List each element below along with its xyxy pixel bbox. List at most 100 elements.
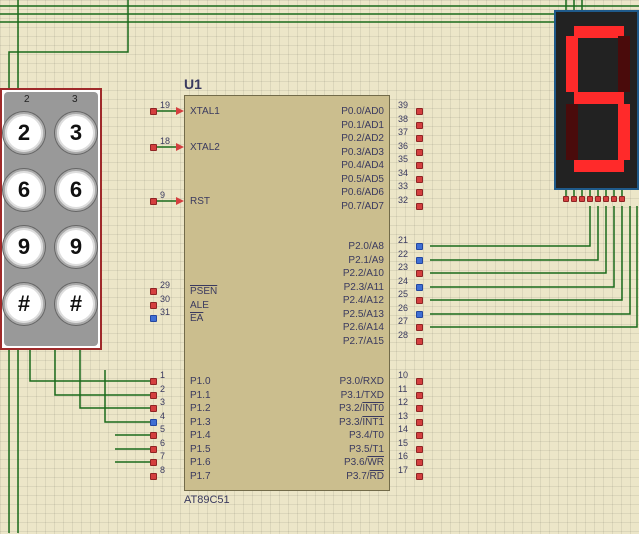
seg-f [566, 36, 578, 92]
pin-num-25: 25 [398, 289, 408, 299]
pin-num-21: 21 [398, 235, 408, 245]
seg-g [574, 92, 624, 104]
seven-seg-pin-4[interactable] [587, 196, 593, 202]
pin-num-29: 29 [160, 280, 170, 290]
pin-pad-23[interactable] [416, 270, 423, 277]
pin-label-P3-3-INT1: P3.3/INT1 [339, 417, 384, 428]
pin-num-16: 16 [398, 451, 408, 461]
pin-pad-34[interactable] [416, 176, 423, 183]
pin-num-17: 17 [398, 465, 408, 475]
pin-pad-13[interactable] [416, 419, 423, 426]
pin-pad-31[interactable] [150, 315, 157, 322]
pin-pad-18[interactable] [150, 144, 157, 151]
pin-pad-16[interactable] [416, 459, 423, 466]
pin-pad-22[interactable] [416, 257, 423, 264]
pin-label-P1-2: P1.2 [190, 403, 211, 414]
chip-ref: U1 [184, 76, 202, 92]
pin-label-P2-4-A12: P2.4/A12 [343, 295, 384, 306]
pin-pad-25[interactable] [416, 297, 423, 304]
pin-label-P2-2-A10: P2.2/A10 [343, 268, 384, 279]
pin-num-10: 10 [398, 370, 408, 380]
pin-num-22: 22 [398, 249, 408, 259]
pin-label-P0-1-AD1: P0.1/AD1 [341, 120, 384, 131]
pin-num-38: 38 [398, 114, 408, 124]
pin-pad-26[interactable] [416, 311, 423, 318]
pin-num-36: 36 [398, 141, 408, 151]
pin-num-3: 3 [160, 397, 165, 407]
pin-num-13: 13 [398, 411, 408, 421]
pin-pad-4[interactable] [150, 419, 157, 426]
seven-seg-pin-2[interactable] [571, 196, 577, 202]
pin-label-P1-4: P1.4 [190, 430, 211, 441]
pin-pad-39[interactable] [416, 108, 423, 115]
pin-label-RST: RST [190, 196, 210, 207]
pin-pad-32[interactable] [416, 203, 423, 210]
keypad-key-3[interactable]: 3 [55, 112, 97, 154]
keypad-key-2[interactable]: 2 [3, 112, 45, 154]
pin-pad-3[interactable] [150, 405, 157, 412]
pin-pad-36[interactable] [416, 149, 423, 156]
pin-pad-15[interactable] [416, 446, 423, 453]
pin-pad-33[interactable] [416, 189, 423, 196]
pin-label-ALE: ALE [190, 300, 209, 311]
pin-num-34: 34 [398, 168, 408, 178]
pin-pad-10[interactable] [416, 378, 423, 385]
keypad-key-6[interactable]: 6 [55, 169, 97, 211]
seg-b [618, 36, 630, 92]
pin-pad-29[interactable] [150, 288, 157, 295]
pin-pad-6[interactable] [150, 446, 157, 453]
pin-label-P3-2-INT0: P3.2/INT0 [339, 403, 384, 414]
keypad-key-9[interactable]: 9 [3, 226, 45, 268]
seg-c [618, 104, 630, 160]
seven-seg-pin-6[interactable] [603, 196, 609, 202]
pin-num-15: 15 [398, 438, 408, 448]
seven-seg-pin-5[interactable] [595, 196, 601, 202]
pin-pad-24[interactable] [416, 284, 423, 291]
pin-label-P3-0-RXD: P3.0/RXD [340, 376, 384, 387]
pin-label-P3-7-RD: P3.7/RD [346, 471, 384, 482]
pin-pad-14[interactable] [416, 432, 423, 439]
pin-pad-21[interactable] [416, 243, 423, 250]
pin-label-P1-6: P1.6 [190, 457, 211, 468]
pin-label-P0-5-AD5: P0.5/AD5 [341, 174, 384, 185]
pin-label-P3-6-WR: P3.6/WR [344, 457, 384, 468]
pin-label-P0-4-AD4: P0.4/AD4 [341, 160, 384, 171]
pin-pad-38[interactable] [416, 122, 423, 129]
pin-pad-12[interactable] [416, 405, 423, 412]
pin-pad-27[interactable] [416, 324, 423, 331]
pin-pad-30[interactable] [150, 302, 157, 309]
pin-pad-2[interactable] [150, 392, 157, 399]
pin-num-6: 6 [160, 438, 165, 448]
keypad-key-#[interactable]: # [55, 283, 97, 325]
keypad-key-6[interactable]: 6 [3, 169, 45, 211]
pin-label-PSEN: PSEN [190, 286, 217, 297]
pin-pad-1[interactable] [150, 378, 157, 385]
pin-num-24: 24 [398, 276, 408, 286]
pin-label-P0-0-AD0: P0.0/AD0 [341, 106, 384, 117]
pin-pad-8[interactable] [150, 473, 157, 480]
seven-seg-pin-1[interactable] [563, 196, 569, 202]
pin-label-P0-7-AD7: P0.7/AD7 [341, 201, 384, 212]
chip-value: AT89C51 [184, 494, 230, 506]
pin-num-18: 18 [160, 136, 170, 146]
pin-label-EA: EA [190, 313, 203, 324]
pin-num-39: 39 [398, 100, 408, 110]
seven-seg-pin-3[interactable] [579, 196, 585, 202]
keypad-key-9[interactable]: 9 [55, 226, 97, 268]
pin-pad-11[interactable] [416, 392, 423, 399]
keypad-key-#[interactable]: # [3, 283, 45, 325]
pin-label-P1-0: P1.0 [190, 376, 211, 387]
pin-pad-7[interactable] [150, 459, 157, 466]
pin-pad-5[interactable] [150, 432, 157, 439]
pin-pad-28[interactable] [416, 338, 423, 345]
pin-pad-35[interactable] [416, 162, 423, 169]
seven-seg-pin-7[interactable] [611, 196, 617, 202]
pin-pad-9[interactable] [150, 198, 157, 205]
seg-d [574, 160, 624, 172]
pin-pad-19[interactable] [150, 108, 157, 115]
pin-pad-37[interactable] [416, 135, 423, 142]
pin-label-P3-4-T0: P3.4/T0 [349, 430, 384, 441]
seven-seg-pin-8[interactable] [619, 196, 625, 202]
pin-pad-17[interactable] [416, 473, 423, 480]
pin-num-8: 8 [160, 465, 165, 475]
